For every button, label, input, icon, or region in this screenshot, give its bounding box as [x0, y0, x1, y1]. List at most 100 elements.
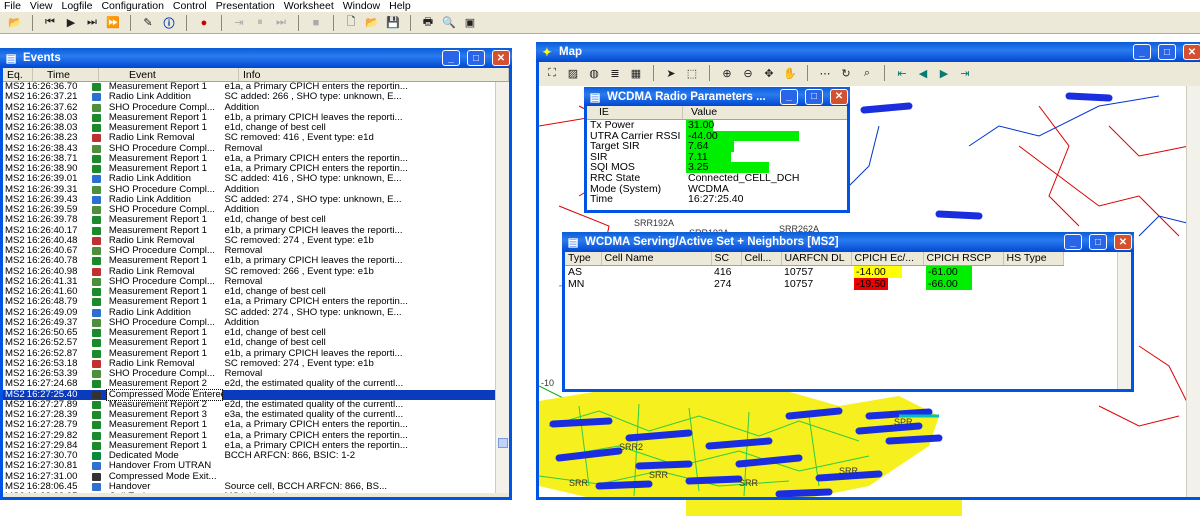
scroll-thumb[interactable] [498, 438, 508, 448]
maximize-button[interactable]: □ [467, 50, 485, 66]
close-button[interactable]: ✕ [830, 88, 848, 105]
print-icon[interactable]: 🖶 [419, 14, 437, 32]
column-cell-name[interactable]: Cell Name [601, 252, 712, 266]
event-row[interactable]: MS2 16:27:31.00 Compressed Mode Exit... [3, 472, 509, 482]
event-row[interactable]: MS2 16:26:39.31 SHO Procedure Compl... Addi… [3, 185, 509, 195]
column-sc[interactable]: SC [711, 252, 742, 266]
maximize-button[interactable]: □ [805, 88, 823, 105]
pointer-icon[interactable]: ➤ [662, 64, 680, 82]
event-row[interactable]: MS2 16:26:40.48 Radio Link Removal SC remov… [3, 236, 509, 246]
column-cell[interactable]: Cell... [741, 252, 782, 266]
map-titlebar[interactable]: ✦ Map _ □ ✕ [536, 42, 1200, 62]
pan-hand-icon[interactable]: ✋ [781, 64, 799, 82]
step-icon[interactable]: ⏭ [83, 14, 101, 32]
close-button[interactable]: ✕ [492, 50, 510, 66]
event-row[interactable]: MS2 16:26:40.17 Measurement Report 1 e1b, a… [3, 226, 509, 236]
event-row[interactable]: MS2 16:26:39.78 Measurement Report 1 e1d, c… [3, 215, 509, 225]
event-row[interactable]: MS2 16:27:25.40 Compressed Mode Entered [3, 388, 509, 401]
event-row[interactable]: MS2 16:26:38.23 Radio Link Removal SC remov… [3, 133, 509, 143]
event-row[interactable]: MS2 16:27:28.79 Measurement Report 1 e1a, a… [3, 420, 509, 430]
minimize-button[interactable]: _ [1133, 44, 1151, 60]
event-row[interactable]: MS2 16:26:39.43 Radio Link Addition SC adde… [3, 195, 509, 205]
next-icon[interactable]: ▶ [935, 64, 953, 82]
rotate-icon[interactable]: ↻ [837, 64, 855, 82]
pause-icon[interactable]: ⏸ [251, 14, 269, 32]
event-row[interactable]: MS216:28:22.95 Call EndMS initiated relea… [3, 492, 509, 493]
skip-icon[interactable]: ⏭ [272, 14, 290, 32]
serving-row[interactable]: MN 274 10757 -19.50 -66.00 [565, 277, 1063, 290]
previous-icon[interactable]: ◀ [914, 64, 932, 82]
save-icon[interactable]: 💾 [384, 14, 402, 32]
zoom-in-icon[interactable]: ⊕ [718, 64, 736, 82]
maximize-button[interactable]: □ [1158, 44, 1176, 60]
column-time[interactable]: Time [33, 68, 99, 81]
menu-item-view[interactable]: View [30, 0, 53, 12]
event-row[interactable]: MS2 16:27:27.89 Measurement Report 2 e2d, t… [3, 400, 509, 410]
first-icon[interactable]: ⇤ [893, 64, 911, 82]
info-icon[interactable]: ⓘ [160, 14, 178, 32]
rewind-icon[interactable]: ⏮ [41, 14, 59, 32]
zoom-out-icon[interactable]: ⊖ [739, 64, 757, 82]
event-row[interactable]: MS2 16:26:49.37 SHO Procedure Compl... Addi… [3, 318, 509, 328]
maximize-button[interactable]: □ [1089, 234, 1107, 250]
serving-set-titlebar[interactable]: ▤ WCDMA Serving/Active Set + Neighbors [… [562, 232, 1134, 252]
play-disabled-icon[interactable]: ⇥ [230, 14, 248, 32]
event-row[interactable]: MS2 16:26:53.39 SHO Procedure Compl... Remo… [3, 369, 509, 379]
serving-set-scrollbar[interactable] [1117, 252, 1131, 389]
event-row[interactable]: MS2 16:27:29.82 Measurement Report 1 e1a, a… [3, 431, 509, 441]
event-row[interactable]: MS2 16:26:37.62 SHO Procedure Compl... Addi… [3, 103, 509, 113]
column-cpich-ec[interactable]: CPICH Ec/... [851, 252, 924, 266]
new-file-icon[interactable]: 🗋 [342, 14, 360, 32]
event-row[interactable]: MS2 16:26:40.78 Measurement Report 1 e1b, a… [3, 256, 509, 266]
menu-item-control[interactable]: Control [173, 0, 207, 12]
event-row[interactable]: MS2 16:26:49.09 Radio Link Addition SC adde… [3, 308, 509, 318]
minimize-button[interactable]: _ [1064, 234, 1082, 250]
open-folder-icon[interactable]: 📂 [6, 14, 24, 32]
column-event[interactable]: Event [99, 68, 239, 81]
column-cpich-rscp[interactable]: CPICH RSCP [923, 252, 1004, 266]
event-row[interactable]: MS2 16:26:38.03 Measurement Report 1 e1b, a… [3, 113, 509, 123]
select-icon[interactable]: ⬚ [683, 64, 701, 82]
measure-icon[interactable]: ⋯ [816, 64, 834, 82]
record-icon[interactable]: ● [195, 14, 213, 32]
layer-stack-icon[interactable]: ▦ [627, 64, 645, 82]
events-titlebar[interactable]: ▤ Events _ □ ✕ [0, 48, 512, 68]
column-info[interactable]: Info [239, 68, 509, 81]
menu-item-worksheet[interactable]: Worksheet [284, 0, 334, 12]
column-type[interactable]: Type [565, 252, 602, 266]
last-icon[interactable]: ⇥ [956, 64, 974, 82]
fast-forward-icon[interactable]: ⏩ [104, 14, 122, 32]
layers-icon[interactable]: ⛶ [543, 64, 561, 82]
event-row[interactable]: MS2 16:26:41.60 Measurement Report 1 e1d, c… [3, 287, 509, 297]
event-row[interactable]: MS2 16:26:38.03 Measurement Report 1 e1d, c… [3, 123, 509, 133]
event-row[interactable]: MS2 16:26:53.18 Radio Link Removal SC remov… [3, 359, 509, 369]
event-row[interactable]: MS2 16:26:39.59 SHO Procedure Compl... Addi… [3, 205, 509, 215]
event-row[interactable]: MS2 16:26:37.21 Radio Link Addition SC adde… [3, 92, 509, 102]
radio-params-titlebar[interactable]: ▤ WCDMA Radio Parameters ... _ □ ✕ [584, 87, 850, 106]
globe-icon[interactable]: ◍ [585, 64, 603, 82]
print-preview-icon[interactable]: 🔍 [440, 14, 458, 32]
event-row[interactable]: MS2 16:26:48.79 Measurement Report 1 e1a, a… [3, 297, 509, 307]
minimize-button[interactable]: _ [780, 88, 798, 105]
event-row[interactable]: MS2 16:27:30.70 Dedicated Mode BCCH ARFCN: … [3, 451, 509, 461]
stop-icon[interactable]: ■ [307, 14, 325, 32]
serving-row[interactable]: AS 416 10757 -14.00 -61.00 [565, 265, 1063, 278]
menu-item-file[interactable]: File [4, 0, 21, 12]
menu-item-logfile[interactable]: Logfile [62, 0, 93, 12]
event-row[interactable]: MS2 16:26:50.65 Measurement Report 1 e1d, c… [3, 328, 509, 338]
minimize-button[interactable]: _ [442, 50, 460, 66]
events-scrollbar[interactable] [495, 82, 509, 493]
legend-icon[interactable]: ≣ [606, 64, 624, 82]
column-value[interactable]: Value [683, 106, 843, 119]
close-button[interactable]: ✕ [1114, 234, 1132, 250]
event-row[interactable]: MS2 16:27:30.81 Handover From UTRAN [3, 461, 509, 471]
event-row[interactable]: MS2 16:26:40.67 SHO Procedure Compl... Remo… [3, 246, 509, 256]
event-row[interactable]: MS2 16:27:29.84 Measurement Report 1 e1a, a… [3, 441, 509, 451]
zoom-extent-icon[interactable]: ✥ [760, 64, 778, 82]
find-icon[interactable]: ⌕ [858, 64, 876, 82]
tool-icon[interactable]: ✎ [139, 14, 157, 32]
close-button[interactable]: ✕ [1183, 44, 1200, 60]
event-row[interactable]: MS2 16:26:52.87 Measurement Report 1 e1b, a… [3, 349, 509, 359]
event-row[interactable]: MS2 16:28:06.45 Handover Source cell, BCCH … [3, 482, 509, 492]
event-row[interactable]: MS2 16:26:38.43 SHO Procedure Compl... Remo… [3, 144, 509, 154]
